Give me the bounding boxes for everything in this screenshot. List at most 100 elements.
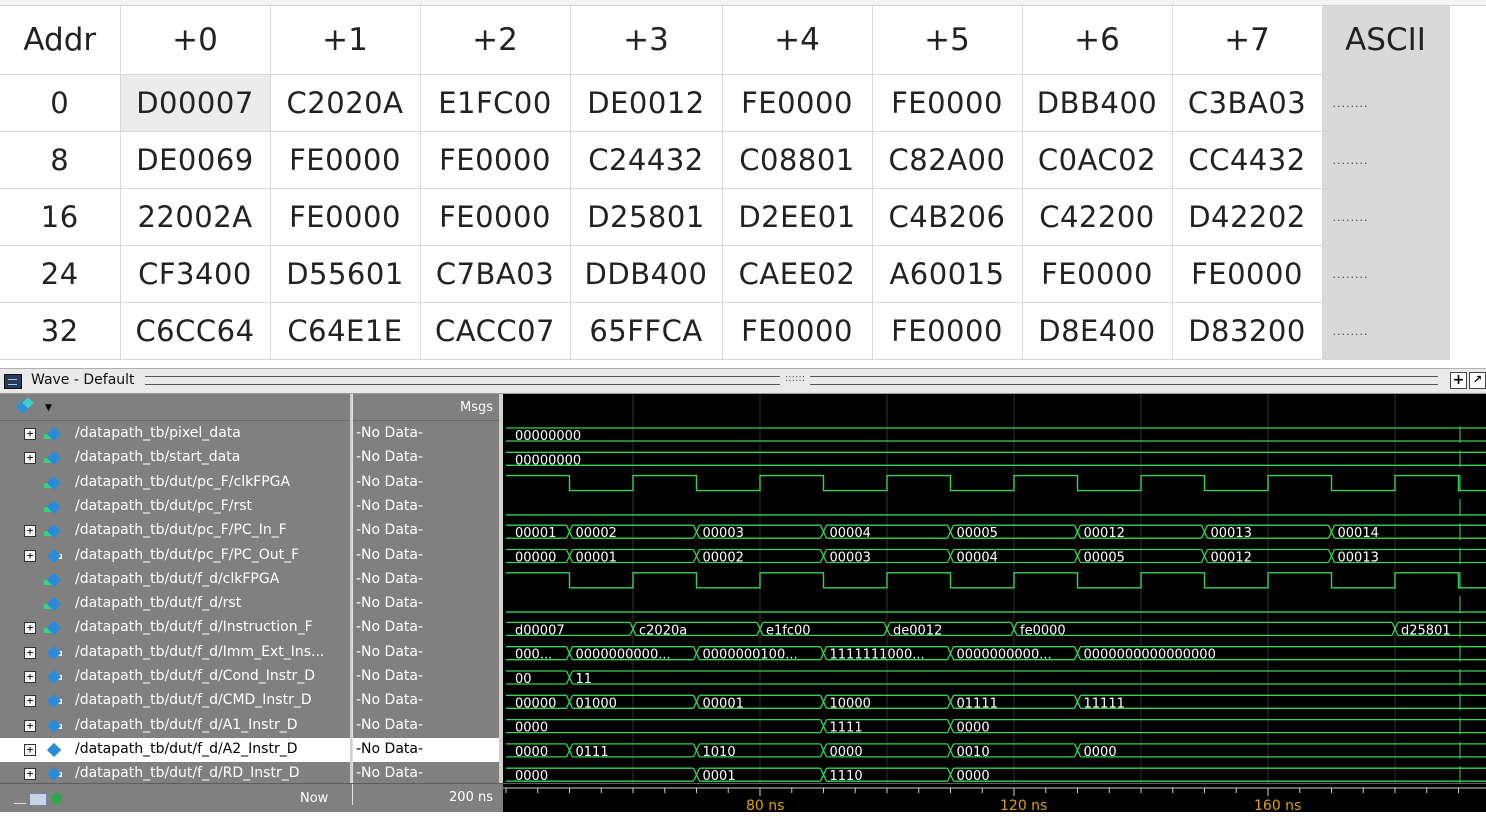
- memory-cell[interactable]: C0AC02: [1021, 131, 1173, 189]
- memory-cell[interactable]: D42202: [1171, 188, 1323, 246]
- memory-cell[interactable]: FE0000: [721, 302, 873, 360]
- signal-row[interactable]: /datapath_tb/dut/pc_F/clkFPGA: [0, 471, 350, 495]
- add-pane-button[interactable]: +: [1450, 372, 1467, 389]
- cursor-tools[interactable]: [14, 792, 70, 806]
- memory-cell[interactable]: C4B206: [871, 188, 1023, 246]
- expand-icon[interactable]: +: [24, 671, 36, 683]
- add-cursor-icon[interactable]: [51, 793, 62, 804]
- signal-row[interactable]: + /datapath_tb/dut/f_d/CMD_Instr_D: [0, 689, 350, 713]
- memory-cell[interactable]: FE0000: [269, 131, 421, 189]
- signal-msg-row[interactable]: -No Data-: [353, 471, 499, 495]
- memory-cell[interactable]: C64E1E: [269, 302, 421, 360]
- signal-row[interactable]: + /datapath_tb/dut/pc_F/PC_Out_F: [0, 544, 350, 568]
- signal-msg-row[interactable]: -No Data-: [353, 422, 499, 446]
- signal-msg-row[interactable]: -No Data-: [353, 592, 499, 616]
- memory-cell[interactable]: FE0000: [1021, 245, 1173, 303]
- signal-msg-row[interactable]: -No Data-: [353, 568, 499, 592]
- memory-cell[interactable]: CACC07: [419, 302, 571, 360]
- signal-row[interactable]: /datapath_tb/dut/f_d/rst: [0, 592, 350, 616]
- expand-icon[interactable]: +: [24, 719, 36, 732]
- timeline-label: 80 ns: [746, 798, 784, 812]
- expand-icon[interactable]: +: [24, 622, 36, 635]
- signal-name: /datapath_tb/pixel_data: [75, 425, 241, 441]
- memory-cell[interactable]: D83200: [1171, 302, 1323, 360]
- signal-row[interactable]: + /datapath_tb/pixel_data: [0, 422, 350, 446]
- wave-window-icon: [4, 374, 22, 389]
- memory-cell[interactable]: C42200: [1021, 188, 1173, 246]
- signal-row[interactable]: + /datapath_tb/dut/f_d/RD_Instr_D: [0, 762, 350, 783]
- signal-msg-row[interactable]: -No Data-: [353, 495, 499, 519]
- memory-cell[interactable]: C6CC64: [119, 302, 271, 360]
- window-icon[interactable]: [29, 793, 47, 806]
- bus-value: 00000000: [515, 453, 581, 468]
- signal-row[interactable]: + /datapath_tb/start_data: [0, 446, 350, 470]
- memory-cell[interactable]: DE0069: [119, 131, 271, 189]
- memory-cell[interactable]: D25801: [569, 188, 723, 246]
- signal-msg-row[interactable]: -No Data-: [353, 762, 499, 783]
- expand-icon[interactable]: +: [24, 743, 36, 756]
- memory-cell[interactable]: E1FC00: [419, 74, 571, 132]
- memory-cell[interactable]: D8E400: [1021, 302, 1173, 360]
- expand-icon[interactable]: +: [24, 646, 36, 659]
- expand-icon[interactable]: +: [24, 428, 36, 440]
- memory-cell[interactable]: D55601: [269, 245, 421, 303]
- signal-row[interactable]: + /datapath_tb/dut/f_d/Cond_Instr_D: [0, 665, 350, 689]
- bus-value: 00001: [515, 526, 556, 541]
- memory-cell[interactable]: FE0000: [419, 131, 571, 189]
- memory-cell[interactable]: C82A00: [871, 131, 1023, 189]
- memory-cell[interactable]: CAEE02: [721, 245, 873, 303]
- expand-icon[interactable]: +: [24, 452, 36, 465]
- memory-cell[interactable]: 22002A: [119, 188, 271, 246]
- memory-cell[interactable]: C7BA03: [419, 245, 571, 303]
- cursor-icon[interactable]: [14, 794, 26, 804]
- expand-icon[interactable]: +: [24, 549, 36, 562]
- signal-row[interactable]: + /datapath_tb/dut/f_d/A1_Instr_D: [0, 714, 350, 738]
- undock-button[interactable]: ↗: [1469, 372, 1486, 389]
- memory-cell[interactable]: FE0000: [871, 74, 1023, 132]
- memory-cell[interactable]: FE0000: [419, 188, 571, 246]
- signal-msg-row[interactable]: -No Data-: [353, 665, 499, 689]
- memory-cell[interactable]: C3BA03: [1171, 74, 1323, 132]
- signal-msg-row[interactable]: -No Data-: [353, 519, 499, 543]
- waveform-pane[interactable]: 00000000 00000000 00001 00002 00003 00004 0000…: [503, 394, 1486, 783]
- memory-cell[interactable]: A60015: [871, 245, 1023, 303]
- title-bar-grip[interactable]: ::::::: [780, 373, 810, 387]
- memory-cell[interactable]: D00007: [119, 74, 271, 132]
- chevron-down-icon[interactable]: ▼: [45, 403, 52, 413]
- memory-cell[interactable]: C24432: [569, 131, 723, 189]
- signal-msg-row[interactable]: -No Data-: [353, 446, 499, 470]
- signal-msg-row[interactable]: -No Data-: [353, 737, 499, 762]
- memory-cell[interactable]: DDB400: [569, 245, 723, 303]
- waveform-canvas[interactable]: 000000000000000000001 00002 00003 00004 0000…: [503, 394, 1486, 783]
- signal-tool-icon[interactable]: ▼: [15, 397, 52, 415]
- signal-msg-row[interactable]: -No Data-: [353, 616, 499, 640]
- signal-msg-row[interactable]: -No Data-: [353, 714, 499, 738]
- signal-row[interactable]: + /datapath_tb/dut/f_d/A2_Instr_D: [0, 737, 350, 762]
- memory-cell[interactable]: 65FFCA: [569, 302, 723, 360]
- memory-cell[interactable]: FE0000: [269, 188, 421, 246]
- signal-row[interactable]: /datapath_tb/dut/pc_F/rst: [0, 495, 350, 519]
- memory-cell[interactable]: CC4432: [1171, 131, 1323, 189]
- memory-cell[interactable]: FE0000: [871, 302, 1023, 360]
- memory-cell[interactable]: DBB400: [1021, 74, 1173, 132]
- column-header-offset-7: +7: [1171, 6, 1323, 75]
- memory-cell[interactable]: C2020A: [269, 74, 421, 132]
- signal-row[interactable]: + /datapath_tb/dut/f_d/Imm_Ext_Ins...: [0, 641, 350, 665]
- expand-icon[interactable]: +: [24, 768, 36, 781]
- memory-cell[interactable]: DE0012: [569, 74, 723, 132]
- timeline-ruler[interactable]: 80 ns 120 ns 160 ns: [503, 784, 1486, 814]
- memory-cell[interactable]: D2EE01: [721, 188, 873, 246]
- wave-title-bar[interactable]: Wave - Default :::::: + ↗: [0, 368, 1486, 394]
- memory-cell[interactable]: FE0000: [721, 74, 873, 132]
- signal-row[interactable]: /datapath_tb/dut/f_d/clkFPGA: [0, 568, 350, 592]
- signal-msg-row[interactable]: -No Data-: [353, 689, 499, 713]
- signal-msg-row[interactable]: -No Data-: [353, 641, 499, 665]
- signal-row[interactable]: + /datapath_tb/dut/pc_F/PC_In_F: [0, 519, 350, 543]
- expand-icon[interactable]: +: [24, 525, 36, 538]
- memory-cell[interactable]: CF3400: [119, 245, 271, 303]
- signal-row[interactable]: + /datapath_tb/dut/f_d/Instruction_F: [0, 616, 350, 640]
- memory-cell[interactable]: C08801: [721, 131, 873, 189]
- expand-icon[interactable]: +: [24, 695, 36, 708]
- memory-cell[interactable]: FE0000: [1171, 245, 1323, 303]
- signal-msg-row[interactable]: -No Data-: [353, 544, 499, 568]
